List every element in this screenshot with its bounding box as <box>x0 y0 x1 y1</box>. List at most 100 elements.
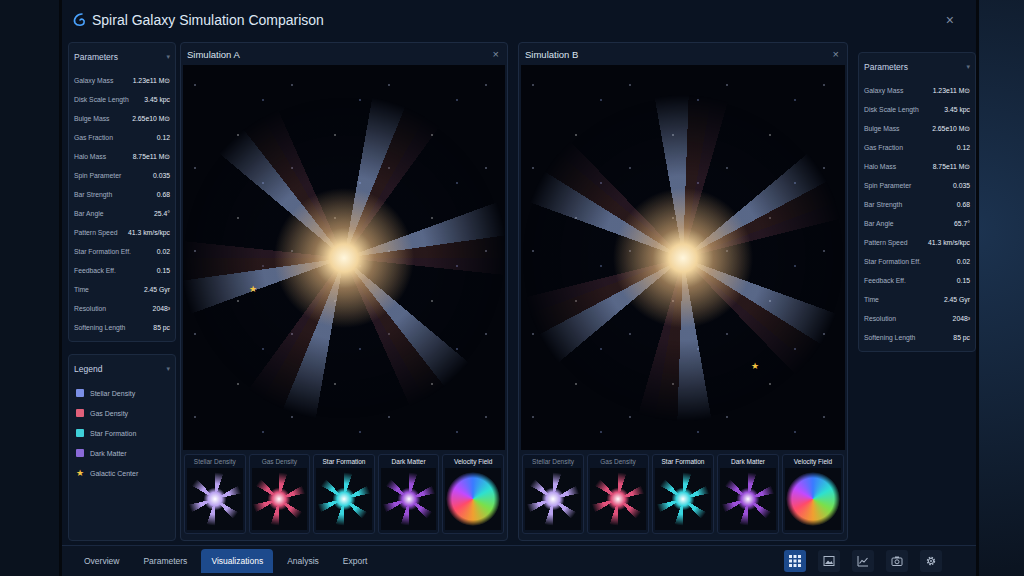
parameter-label: Spin Parameter <box>864 182 911 189</box>
thumbnail-image <box>252 468 308 530</box>
parameter-row: Disk Scale Length 3.45 kpc <box>74 90 170 109</box>
parameter-label: Star Formation Eff. <box>864 258 921 265</box>
view-thumbnail[interactable]: Stellar Density <box>184 454 246 534</box>
legend-panel: Legend ▾ Stellar Density Gas Density Sta… <box>68 354 176 541</box>
tool-button[interactable] <box>920 550 942 572</box>
thumbnail-disk <box>446 472 500 526</box>
parameter-value: 0.15 <box>957 277 970 284</box>
view-strip: Stellar Density Gas Density Star Formati… <box>519 450 847 540</box>
parameter-value: 0.68 <box>157 191 170 198</box>
tool-button[interactable] <box>818 550 840 572</box>
parameter-row: Bar Angle 25.4° <box>74 204 170 223</box>
thumbnail-disk <box>786 472 840 526</box>
chevron-icon[interactable]: ▾ <box>166 53 170 61</box>
parameter-row: Time 2.45 Gyr <box>74 280 170 299</box>
color-swatch <box>76 409 84 417</box>
parameter-row: Galaxy Mass 1.23e11 M⊙ <box>74 71 170 90</box>
view-thumbnail[interactable]: Velocity Field <box>442 454 504 534</box>
parameter-label: Softening Length <box>74 324 125 331</box>
galaxy-render[interactable]: ★ <box>521 65 845 450</box>
parameter-value: 0.02 <box>157 248 170 255</box>
left-parameters-panel: Parameters ▾ Galaxy Mass 1.23e11 M⊙Disk … <box>68 42 176 342</box>
chevron-icon[interactable]: ▾ <box>966 63 970 71</box>
simulation-title: Simulation A <box>187 49 240 60</box>
image-icon <box>823 555 835 567</box>
close-button[interactable]: × <box>493 48 499 60</box>
thumbnail-disk <box>721 472 775 526</box>
panel-header[interactable]: Parameters ▾ <box>864 57 970 77</box>
color-swatch <box>76 429 84 437</box>
tool-button[interactable] <box>784 550 806 572</box>
legend-label: Galactic Center <box>90 470 138 477</box>
grid-icon <box>789 555 801 567</box>
camera-icon <box>891 555 903 567</box>
toolbar <box>784 550 942 572</box>
parameter-value: 0.035 <box>153 172 170 179</box>
legend-item: ★ Galactic Center <box>74 463 170 483</box>
right-parameters-panel: Parameters ▾ Galaxy Mass 1.23e11 M⊙ Disk … <box>858 52 976 352</box>
thumbnail-image <box>316 468 372 530</box>
tab[interactable]: Analysis <box>277 549 329 573</box>
view-thumbnail[interactable]: Star Formation <box>313 454 375 534</box>
tab[interactable]: Export <box>333 549 378 573</box>
parameter-value: 1.23e11 M⊙ <box>933 87 970 95</box>
panel-title: Legend <box>74 364 102 374</box>
close-button[interactable]: × <box>946 12 954 28</box>
color-swatch <box>76 449 84 457</box>
view-label: Dark Matter <box>731 458 765 465</box>
panel-header[interactable]: Parameters ▾ <box>74 47 170 67</box>
galaxy-render[interactable]: ★ <box>183 65 505 450</box>
parameter-value: 0.68 <box>957 201 970 208</box>
legend-item: Star Formation <box>74 423 170 443</box>
parameter-value: 0.12 <box>157 134 170 141</box>
parameter-label: Halo Mass <box>74 153 106 160</box>
view-thumbnail[interactable]: Stellar Density <box>522 454 584 534</box>
tab[interactable]: Visualizations <box>201 549 273 573</box>
parameter-value: 2048³ <box>953 315 970 322</box>
parameter-value: 0.15 <box>157 267 170 274</box>
view-thumbnail[interactable]: Velocity Field <box>782 454 844 534</box>
parameter-value: 2048³ <box>153 305 170 312</box>
parameter-label: Disk Scale Length <box>74 96 129 103</box>
parameter-value: 8.75e11 M⊙ <box>133 153 170 161</box>
parameter-label: Feedback Eff. <box>74 267 116 274</box>
view-thumbnail[interactable]: Gas Density <box>587 454 649 534</box>
parameter-label: Feedback Eff. <box>864 277 906 284</box>
parameter-label: Softening Length <box>864 334 915 341</box>
tool-button[interactable] <box>886 550 908 572</box>
legend-item: Stellar Density <box>74 383 170 403</box>
view-thumbnail[interactable]: Dark Matter <box>717 454 779 534</box>
close-button[interactable]: × <box>833 48 839 60</box>
tab[interactable]: Overview <box>74 549 129 573</box>
parameter-value: 41.3 km/s/kpc <box>928 239 970 246</box>
parameter-row: Bulge Mass 2.65e10 M⊙ <box>864 119 970 138</box>
parameter-value: 65.7° <box>954 220 970 227</box>
parameter-row: Disk Scale Length 3.45 kpc <box>864 100 970 119</box>
tab[interactable]: Parameters <box>133 549 197 573</box>
tool-button[interactable] <box>852 550 874 572</box>
title-bar: Spiral Galaxy Simulation Comparison × <box>62 0 976 40</box>
parameter-label: Bulge Mass <box>74 115 110 122</box>
legend-item: Dark Matter <box>74 443 170 463</box>
parameter-value: 0.035 <box>953 182 970 189</box>
parameter-value: 2.45 Gyr <box>944 296 970 303</box>
simulation-title: Simulation B <box>525 49 578 60</box>
app-window: Spiral Galaxy Simulation Comparison × Pa… <box>62 0 976 576</box>
chevron-icon[interactable]: ▾ <box>166 365 170 373</box>
panel-title: Parameters <box>864 62 908 72</box>
window-title: Spiral Galaxy Simulation Comparison <box>92 12 324 28</box>
tab-bar: OverviewParametersVisualizationsAnalysis… <box>74 549 377 573</box>
thumbnail-image <box>785 468 841 530</box>
left-column: Parameters ▾ Galaxy Mass 1.23e11 M⊙Disk … <box>68 42 176 541</box>
parameter-row: Spin Parameter 0.035 <box>864 176 970 195</box>
parameter-value: 2.65e10 M⊙ <box>132 115 170 123</box>
panel-header[interactable]: Legend ▾ <box>74 359 170 379</box>
view-thumbnail[interactable]: Gas Density <box>249 454 311 534</box>
panel-title: Parameters <box>74 52 118 62</box>
galaxy-disk <box>183 93 505 423</box>
view-strip: Stellar Density Gas Density Star Formati… <box>181 450 507 540</box>
parameter-label: Pattern Speed <box>864 239 907 246</box>
view-thumbnail[interactable]: Dark Matter <box>378 454 440 534</box>
parameter-label: Galaxy Mass <box>864 87 903 94</box>
view-thumbnail[interactable]: Star Formation <box>652 454 714 534</box>
